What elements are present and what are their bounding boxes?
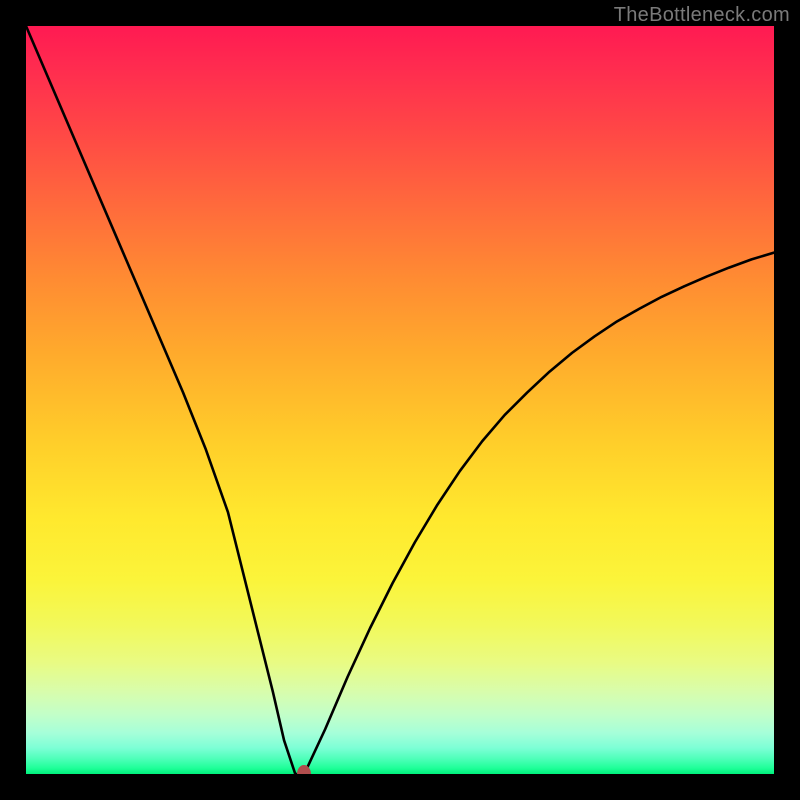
curve-svg bbox=[26, 26, 774, 774]
watermark-text: TheBottleneck.com bbox=[614, 4, 790, 27]
plot-area bbox=[26, 26, 774, 774]
bottleneck-chart: TheBottleneck.com bbox=[0, 0, 800, 800]
bottleneck-curve-line bbox=[26, 26, 774, 774]
